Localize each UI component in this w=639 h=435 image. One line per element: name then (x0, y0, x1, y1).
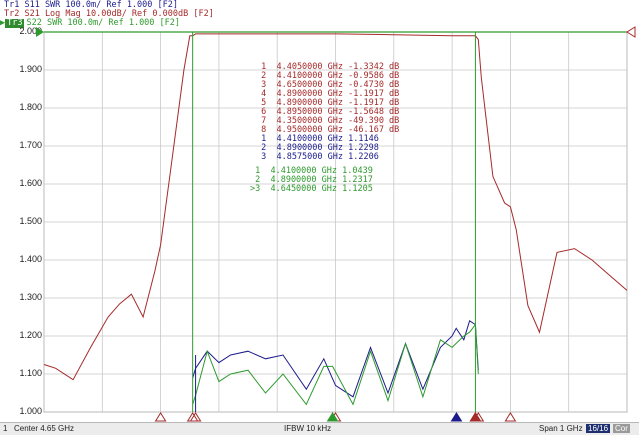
marker-row[interactable]: >3 4.6450000 GHz 1.1205 (250, 184, 373, 194)
marker-s21-7 (154, 412, 167, 422)
channel-number[interactable]: 1 (3, 424, 7, 433)
ref-right-arrow-icon (626, 26, 636, 38)
ifbw-setting[interactable]: IFBW 10 kHz (284, 424, 331, 433)
status-bar: 1 Center 4.65 GHz IFBW 10 kHz Span 1 GHz… (0, 422, 639, 435)
marker-s11-3 (450, 412, 463, 422)
marker-s21-8 (504, 412, 517, 422)
marker-row[interactable]: 3 4.8575000 GHz 1.2206 (256, 152, 379, 162)
markers (154, 412, 517, 422)
span-setting[interactable]: Span 1 GHz (539, 424, 583, 433)
points-indicator: 16/16 (586, 424, 611, 433)
center-frequency[interactable]: Center 4.65 GHz (14, 424, 74, 433)
correction-indicator[interactable]: Cor (613, 424, 630, 433)
ref-left-arrow-icon (36, 27, 44, 37)
